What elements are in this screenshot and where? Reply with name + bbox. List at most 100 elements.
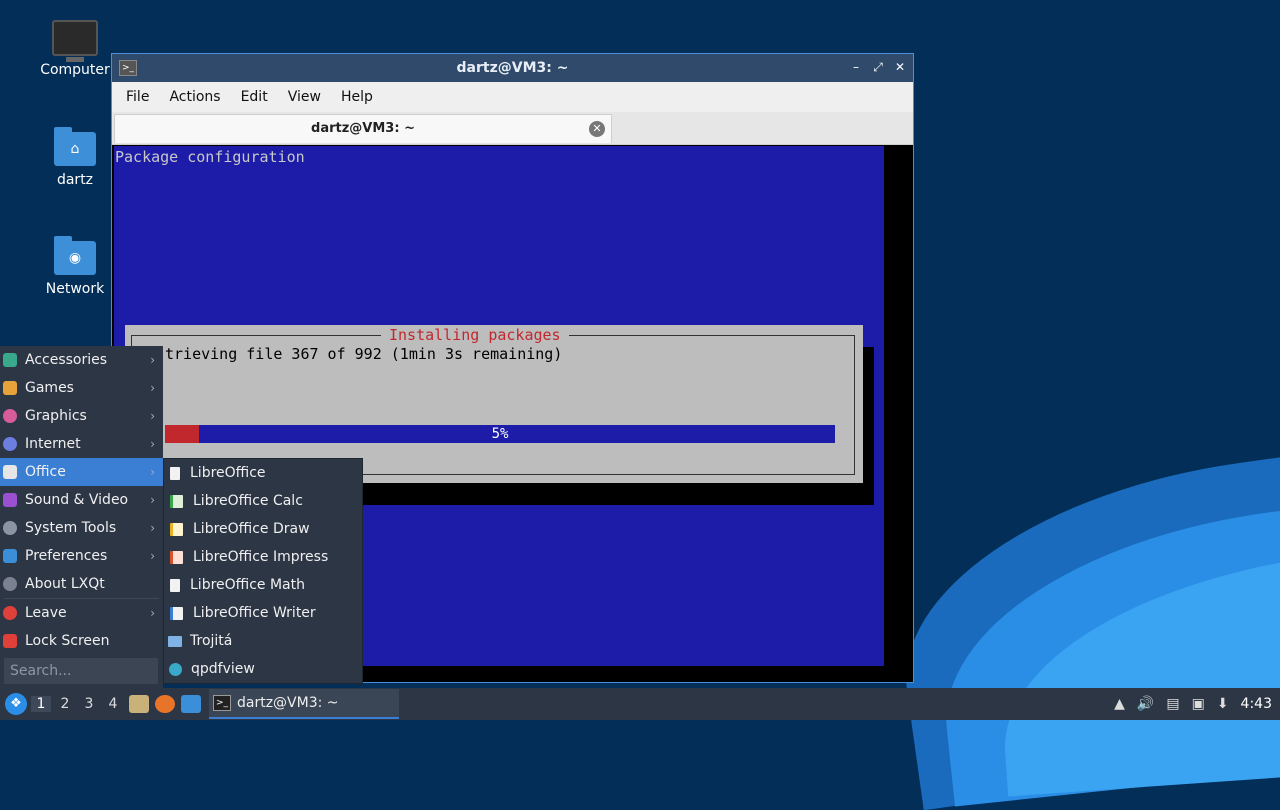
libreoffice-math-icon <box>170 578 180 592</box>
system-tray: ▲ 🔊 ▤ ▣ ⬇ 4:43 <box>1114 688 1280 720</box>
home-folder-icon: ⌂ <box>54 127 96 166</box>
desktop-switch-4[interactable]: 4 <box>103 696 123 712</box>
start-menu-leave[interactable]: Leave › <box>0 599 163 627</box>
lock-icon <box>3 634 17 648</box>
menu-edit[interactable]: Edit <box>233 89 276 105</box>
taskbar-task-terminal[interactable]: >_ dartz@VM3: ~ <box>209 689 399 719</box>
start-menu-label: Games <box>25 380 74 396</box>
tab-close-icon[interactable]: ✕ <box>589 121 605 137</box>
start-menu-sound-video[interactable]: Sound & Video › <box>0 486 163 514</box>
start-menu-search-input[interactable]: Search... <box>4 658 158 684</box>
window-titlebar[interactable]: >_ dartz@VM3: ~ – ⤢ ✕ <box>112 54 913 82</box>
power-icon <box>3 606 17 620</box>
desktop-icon-computer[interactable]: Computer <box>30 20 120 78</box>
menu-actions[interactable]: Actions <box>161 89 228 105</box>
start-menu-graphics[interactable]: Graphics › <box>0 402 163 430</box>
submenu-item-libreoffice-draw[interactable]: LibreOffice Draw <box>164 515 362 543</box>
start-menu-label: System Tools <box>25 520 117 536</box>
tab-bar: dartz@VM3: ~ ✕ <box>112 112 913 145</box>
taskbar: ❖ 1 2 3 4 >_ dartz@VM3: ~ ▲ 🔊 ▤ ▣ ⬇ 4:43 <box>0 688 1280 720</box>
menu-file[interactable]: File <box>118 89 157 105</box>
submenu-item-libreoffice-calc[interactable]: LibreOffice Calc <box>164 487 362 515</box>
window-title: dartz@VM3: ~ <box>456 60 569 76</box>
dialog-status: trieving file 367 of 992 (1min 3s remain… <box>165 345 563 363</box>
desktop-switch-2[interactable]: 2 <box>55 696 75 712</box>
start-menu-label: Lock Screen <box>25 633 110 649</box>
start-menu-lock-screen[interactable]: Lock Screen <box>0 627 163 655</box>
desktop-icon-home[interactable]: ⌂ dartz <box>30 127 120 188</box>
graphics-icon <box>3 409 17 423</box>
start-menu-internet[interactable]: Internet › <box>0 430 163 458</box>
tray-arrow-icon[interactable]: ▲ <box>1114 696 1125 712</box>
minimize-icon[interactable]: – <box>849 60 863 74</box>
terminal-scrollbar[interactable] <box>884 146 908 666</box>
volume-icon[interactable]: 🔊 <box>1137 696 1154 712</box>
start-menu-label: About LXQt <box>25 576 105 592</box>
desktop-icon-network[interactable]: ◉ Network <box>30 236 120 297</box>
menu-view[interactable]: View <box>280 89 329 105</box>
taskbar-task-label: dartz@VM3: ~ <box>237 695 339 711</box>
submenu-item-libreoffice-math[interactable]: LibreOffice Math <box>164 571 362 599</box>
submenu-item-libreoffice-impress[interactable]: LibreOffice Impress <box>164 543 362 571</box>
chevron-right-icon: › <box>150 437 155 451</box>
start-menu-office[interactable]: Office › <box>0 458 163 486</box>
chevron-right-icon: › <box>150 549 155 563</box>
submenu-item-label: LibreOffice <box>190 465 266 481</box>
start-menu-label: Leave <box>25 605 67 621</box>
terminal-header: Package configuration <box>115 148 305 166</box>
start-menu-about[interactable]: About LXQt <box>0 570 163 598</box>
lxqt-menu-icon[interactable]: ❖ <box>5 693 27 715</box>
preferences-icon <box>3 549 17 563</box>
network-folder-icon: ◉ <box>54 236 96 275</box>
info-icon <box>3 577 17 591</box>
submenu-item-libreoffice-writer[interactable]: LibreOffice Writer <box>164 599 362 627</box>
tab-terminal[interactable]: dartz@VM3: ~ ✕ <box>114 114 612 143</box>
chevron-right-icon: › <box>150 521 155 535</box>
progress-label: 5% <box>491 426 509 442</box>
chevron-right-icon: › <box>150 493 155 507</box>
office-submenu: LibreOffice LibreOffice Calc LibreOffice… <box>163 458 363 684</box>
submenu-item-label: qpdfview <box>191 661 255 677</box>
desktop-icon-label: dartz <box>56 172 94 188</box>
pdf-viewer-icon <box>169 662 182 676</box>
submenu-item-libreoffice[interactable]: LibreOffice <box>164 459 362 487</box>
tab-label: dartz@VM3: ~ <box>311 121 415 136</box>
update-notifier-icon[interactable]: ⬇ <box>1217 696 1229 712</box>
clock[interactable]: 4:43 <box>1241 696 1272 712</box>
progress-bar: 5% <box>165 425 835 443</box>
chevron-right-icon: › <box>150 465 155 479</box>
start-menu-label: Accessories <box>25 352 108 368</box>
firefox-icon[interactable] <box>155 695 175 713</box>
start-menu-label: Preferences <box>25 548 108 564</box>
submenu-item-label: LibreOffice Draw <box>193 521 310 537</box>
desktop-switch-3[interactable]: 3 <box>79 696 99 712</box>
submenu-item-label: LibreOffice Calc <box>193 493 303 509</box>
start-menu-label: Office <box>25 464 66 480</box>
maximize-icon[interactable]: ⤢ <box>871 60 885 74</box>
show-desktop-icon[interactable] <box>181 695 201 713</box>
menu-help[interactable]: Help <box>333 89 381 105</box>
close-icon[interactable]: ✕ <box>893 60 907 74</box>
terminal-icon: >_ <box>213 695 231 711</box>
menu-bar: File Actions Edit View Help <box>112 82 913 112</box>
start-menu-system-tools[interactable]: System Tools › <box>0 514 163 542</box>
internet-icon <box>3 437 17 451</box>
start-menu-accessories[interactable]: Accessories › <box>0 346 163 374</box>
office-icon <box>3 465 17 479</box>
libreoffice-draw-icon <box>170 522 183 536</box>
mail-icon <box>168 635 182 647</box>
submenu-item-qpdfview[interactable]: qpdfview <box>164 655 362 683</box>
file-manager-icon[interactable] <box>129 695 149 713</box>
start-menu-games[interactable]: Games › <box>0 374 163 402</box>
network-icon[interactable]: ▣ <box>1192 696 1205 712</box>
start-menu-label: Internet <box>25 436 81 452</box>
start-menu-preferences[interactable]: Preferences › <box>0 542 163 570</box>
desktop-switch-1[interactable]: 1 <box>31 696 51 712</box>
chevron-right-icon: › <box>150 409 155 423</box>
desktop-icon-label: Computer <box>40 62 110 78</box>
clipboard-icon[interactable]: ▤ <box>1166 696 1179 712</box>
dialog-title: Installing packages <box>381 325 569 345</box>
libreoffice-icon <box>170 466 180 480</box>
submenu-item-trojita[interactable]: Trojitá <box>164 627 362 655</box>
submenu-item-label: LibreOffice Writer <box>193 605 316 621</box>
